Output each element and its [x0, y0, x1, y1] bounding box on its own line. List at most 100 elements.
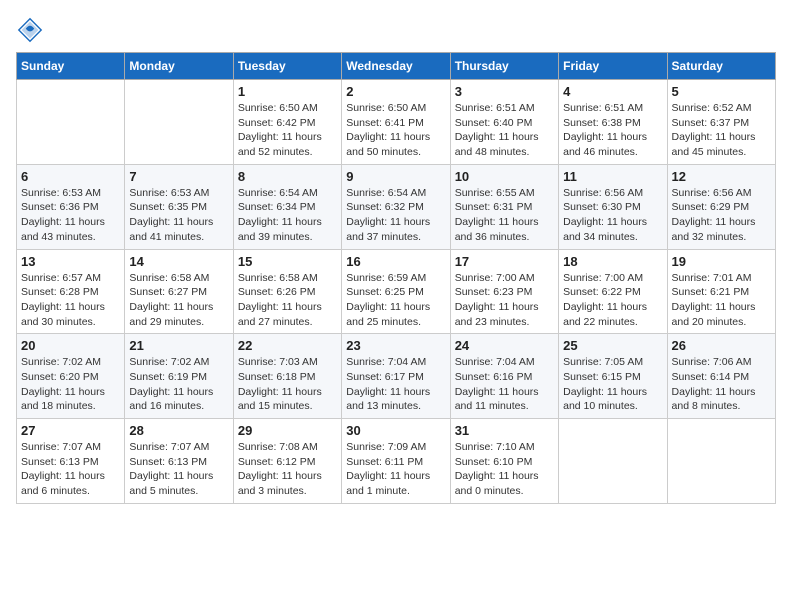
weekday-header-row: SundayMondayTuesdayWednesdayThursdayFrid…: [17, 53, 776, 80]
day-cell: 6 Sunrise: 6:53 AM Sunset: 6:36 PM Daylig…: [17, 164, 125, 249]
weekday-header-sunday: Sunday: [17, 53, 125, 80]
calendar-table: SundayMondayTuesdayWednesdayThursdayFrid…: [16, 52, 776, 504]
day-detail: Sunrise: 6:52 AM Sunset: 6:37 PM Dayligh…: [672, 101, 771, 160]
day-cell: 26 Sunrise: 7:06 AM Sunset: 6:14 PM Dayli…: [667, 334, 775, 419]
day-detail: Sunrise: 6:58 AM Sunset: 6:26 PM Dayligh…: [238, 271, 337, 330]
day-cell: 4 Sunrise: 6:51 AM Sunset: 6:38 PM Daylig…: [559, 80, 667, 165]
day-number: 6: [21, 169, 120, 184]
day-cell: [667, 419, 775, 504]
day-cell: [17, 80, 125, 165]
day-detail: Sunrise: 7:00 AM Sunset: 6:22 PM Dayligh…: [563, 271, 662, 330]
day-cell: 15 Sunrise: 6:58 AM Sunset: 6:26 PM Dayli…: [233, 249, 341, 334]
day-detail: Sunrise: 6:57 AM Sunset: 6:28 PM Dayligh…: [21, 271, 120, 330]
day-detail: Sunrise: 6:50 AM Sunset: 6:42 PM Dayligh…: [238, 101, 337, 160]
day-detail: Sunrise: 6:54 AM Sunset: 6:32 PM Dayligh…: [346, 186, 445, 245]
day-number: 3: [455, 84, 554, 99]
day-number: 16: [346, 254, 445, 269]
day-detail: Sunrise: 6:51 AM Sunset: 6:38 PM Dayligh…: [563, 101, 662, 160]
day-cell: 14 Sunrise: 6:58 AM Sunset: 6:27 PM Dayli…: [125, 249, 233, 334]
weekday-header-monday: Monday: [125, 53, 233, 80]
day-number: 26: [672, 338, 771, 353]
weekday-header-wednesday: Wednesday: [342, 53, 450, 80]
day-cell: 29 Sunrise: 7:08 AM Sunset: 6:12 PM Dayli…: [233, 419, 341, 504]
day-cell: 11 Sunrise: 6:56 AM Sunset: 6:30 PM Dayli…: [559, 164, 667, 249]
day-cell: 10 Sunrise: 6:55 AM Sunset: 6:31 PM Dayli…: [450, 164, 558, 249]
day-number: 8: [238, 169, 337, 184]
week-row-4: 20Sunrise: 7:02 AM Sunset: 6:20 PM Dayli…: [17, 334, 776, 419]
day-detail: Sunrise: 6:53 AM Sunset: 6:36 PM Dayligh…: [21, 186, 120, 245]
day-number: 21: [129, 338, 228, 353]
day-number: 4: [563, 84, 662, 99]
day-detail: Sunrise: 7:08 AM Sunset: 6:12 PM Dayligh…: [238, 440, 337, 499]
day-cell: 2 Sunrise: 6:50 AM Sunset: 6:41 PM Daylig…: [342, 80, 450, 165]
day-cell: 22Sunrise: 7:03 AM Sunset: 6:18 PM Dayli…: [233, 334, 341, 419]
day-number: 18: [563, 254, 662, 269]
day-cell: 27 Sunrise: 7:07 AM Sunset: 6:13 PM Dayli…: [17, 419, 125, 504]
day-number: 27: [21, 423, 120, 438]
day-detail: Sunrise: 7:02 AM Sunset: 6:19 PM Dayligh…: [129, 355, 228, 414]
day-number: 15: [238, 254, 337, 269]
day-cell: 5 Sunrise: 6:52 AM Sunset: 6:37 PM Daylig…: [667, 80, 775, 165]
day-number: 11: [563, 169, 662, 184]
day-cell: 9Sunrise: 6:54 AM Sunset: 6:32 PM Daylig…: [342, 164, 450, 249]
week-row-1: 1 Sunrise: 6:50 AM Sunset: 6:42 PM Daylig…: [17, 80, 776, 165]
day-number: 14: [129, 254, 228, 269]
day-detail: Sunrise: 7:10 AM Sunset: 6:10 PM Dayligh…: [455, 440, 554, 499]
day-cell: 30 Sunrise: 7:09 AM Sunset: 6:11 PM Dayli…: [342, 419, 450, 504]
weekday-header-thursday: Thursday: [450, 53, 558, 80]
day-number: 19: [672, 254, 771, 269]
day-number: 10: [455, 169, 554, 184]
day-detail: Sunrise: 6:53 AM Sunset: 6:35 PM Dayligh…: [129, 186, 228, 245]
day-cell: 18 Sunrise: 7:00 AM Sunset: 6:22 PM Dayli…: [559, 249, 667, 334]
page-header: [16, 16, 776, 44]
day-cell: 19Sunrise: 7:01 AM Sunset: 6:21 PM Dayli…: [667, 249, 775, 334]
day-detail: Sunrise: 6:56 AM Sunset: 6:30 PM Dayligh…: [563, 186, 662, 245]
week-row-2: 6 Sunrise: 6:53 AM Sunset: 6:36 PM Daylig…: [17, 164, 776, 249]
day-number: 25: [563, 338, 662, 353]
day-detail: Sunrise: 6:50 AM Sunset: 6:41 PM Dayligh…: [346, 101, 445, 160]
day-detail: Sunrise: 7:07 AM Sunset: 6:13 PM Dayligh…: [129, 440, 228, 499]
day-cell: [125, 80, 233, 165]
week-row-3: 13 Sunrise: 6:57 AM Sunset: 6:28 PM Dayli…: [17, 249, 776, 334]
day-number: 31: [455, 423, 554, 438]
day-cell: 25 Sunrise: 7:05 AM Sunset: 6:15 PM Dayli…: [559, 334, 667, 419]
day-cell: 17Sunrise: 7:00 AM Sunset: 6:23 PM Dayli…: [450, 249, 558, 334]
day-cell: 31 Sunrise: 7:10 AM Sunset: 6:10 PM Dayli…: [450, 419, 558, 504]
day-number: 2: [346, 84, 445, 99]
day-detail: Sunrise: 6:54 AM Sunset: 6:34 PM Dayligh…: [238, 186, 337, 245]
day-cell: 16Sunrise: 6:59 AM Sunset: 6:25 PM Dayli…: [342, 249, 450, 334]
day-detail: Sunrise: 7:05 AM Sunset: 6:15 PM Dayligh…: [563, 355, 662, 414]
day-cell: 23 Sunrise: 7:04 AM Sunset: 6:17 PM Dayli…: [342, 334, 450, 419]
day-detail: Sunrise: 6:51 AM Sunset: 6:40 PM Dayligh…: [455, 101, 554, 160]
weekday-header-friday: Friday: [559, 53, 667, 80]
day-cell: 24Sunrise: 7:04 AM Sunset: 6:16 PM Dayli…: [450, 334, 558, 419]
day-number: 22: [238, 338, 337, 353]
day-number: 1: [238, 84, 337, 99]
day-number: 7: [129, 169, 228, 184]
day-detail: Sunrise: 7:07 AM Sunset: 6:13 PM Dayligh…: [21, 440, 120, 499]
day-number: 28: [129, 423, 228, 438]
day-detail: Sunrise: 7:06 AM Sunset: 6:14 PM Dayligh…: [672, 355, 771, 414]
day-detail: Sunrise: 6:58 AM Sunset: 6:27 PM Dayligh…: [129, 271, 228, 330]
day-number: 24: [455, 338, 554, 353]
day-cell: 8 Sunrise: 6:54 AM Sunset: 6:34 PM Daylig…: [233, 164, 341, 249]
day-detail: Sunrise: 7:09 AM Sunset: 6:11 PM Dayligh…: [346, 440, 445, 499]
day-detail: Sunrise: 7:04 AM Sunset: 6:17 PM Dayligh…: [346, 355, 445, 414]
day-cell: 1 Sunrise: 6:50 AM Sunset: 6:42 PM Daylig…: [233, 80, 341, 165]
day-number: 13: [21, 254, 120, 269]
weekday-header-saturday: Saturday: [667, 53, 775, 80]
day-cell: 21 Sunrise: 7:02 AM Sunset: 6:19 PM Dayli…: [125, 334, 233, 419]
logo-icon: [16, 16, 44, 44]
day-number: 20: [21, 338, 120, 353]
day-number: 29: [238, 423, 337, 438]
day-detail: Sunrise: 6:56 AM Sunset: 6:29 PM Dayligh…: [672, 186, 771, 245]
day-number: 5: [672, 84, 771, 99]
day-detail: Sunrise: 7:00 AM Sunset: 6:23 PM Dayligh…: [455, 271, 554, 330]
day-detail: Sunrise: 6:55 AM Sunset: 6:31 PM Dayligh…: [455, 186, 554, 245]
day-cell: 13 Sunrise: 6:57 AM Sunset: 6:28 PM Dayli…: [17, 249, 125, 334]
day-cell: [559, 419, 667, 504]
day-number: 30: [346, 423, 445, 438]
weekday-header-tuesday: Tuesday: [233, 53, 341, 80]
day-number: 23: [346, 338, 445, 353]
day-number: 12: [672, 169, 771, 184]
